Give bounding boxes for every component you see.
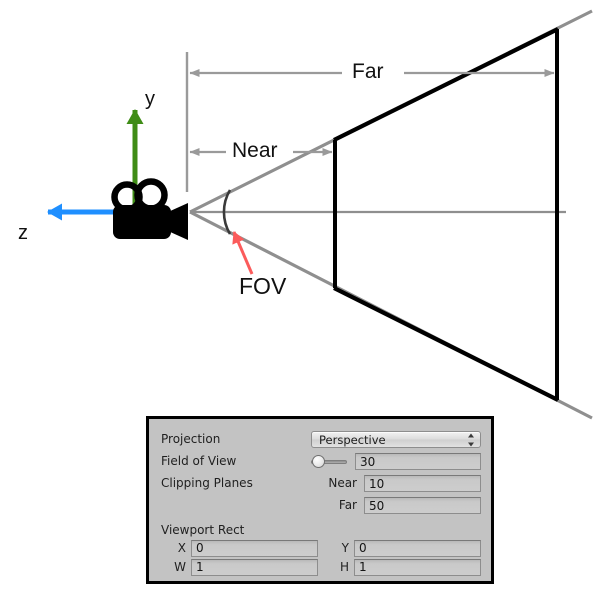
viewport-rect-label: Viewport Rect	[161, 523, 245, 537]
viewport-w-label: W	[174, 559, 186, 574]
near-input[interactable]: 10	[364, 475, 481, 492]
projection-label: Projection	[161, 432, 221, 446]
viewport-x-value: 0	[196, 541, 204, 555]
clipping-planes-near-row: Clipping Planes Near 10	[161, 473, 481, 494]
viewport-h-input[interactable]: 1	[354, 558, 481, 576]
viewport-h-label: H	[339, 559, 349, 574]
fov-label: FOV	[239, 273, 287, 299]
field-of-view-slider[interactable]	[311, 453, 347, 470]
axis-y-label: y	[145, 88, 155, 110]
near-value: 10	[369, 476, 385, 491]
projection-value: Perspective	[319, 432, 386, 447]
far-input[interactable]: 50	[364, 497, 481, 514]
axis-z-label: z	[18, 222, 28, 244]
projection-dropdown[interactable]: Perspective	[311, 431, 481, 448]
near-label: Near	[232, 139, 278, 162]
far-label: Far	[352, 60, 384, 83]
clipping-planes-far-row: Far 50	[161, 495, 481, 516]
far-value: 50	[369, 498, 385, 513]
movie-camera-icon	[111, 178, 188, 240]
viewport-rect-wh-row: W 1 H 1	[161, 558, 481, 576]
viewport-y-input[interactable]: 0	[354, 539, 481, 557]
far-field-label: Far	[338, 498, 357, 512]
slider-knob[interactable]	[311, 455, 325, 468]
viewport-w-input[interactable]: 1	[191, 558, 318, 576]
viewport-h-value: 1	[359, 560, 367, 574]
camera-inspector-panel: Projection Perspective Field of View 30 …	[146, 416, 494, 584]
field-of-view-value: 30	[360, 454, 376, 469]
projection-row: Projection Perspective	[161, 429, 481, 450]
camera-frustum-diagram-page: y z FOV Near Far Projection Perspective …	[0, 0, 600, 599]
viewport-rect-xy-row: X 0 Y 0	[161, 539, 481, 557]
viewport-x-input[interactable]: 0	[191, 539, 318, 557]
camera-frustum	[333, 27, 559, 402]
field-of-view-label: Field of View	[161, 454, 237, 468]
clipping-planes-label: Clipping Planes	[161, 476, 253, 490]
viewport-x-label: X	[177, 540, 186, 555]
near-field-label: Near	[328, 476, 357, 490]
viewport-y-value: 0	[359, 541, 367, 555]
viewport-w-value: 1	[196, 560, 204, 574]
viewport-y-label: Y	[341, 540, 349, 555]
updown-chevron-icon	[467, 433, 474, 446]
field-of-view-row: Field of View 30	[161, 451, 481, 472]
field-of-view-input[interactable]: 30	[355, 453, 481, 470]
